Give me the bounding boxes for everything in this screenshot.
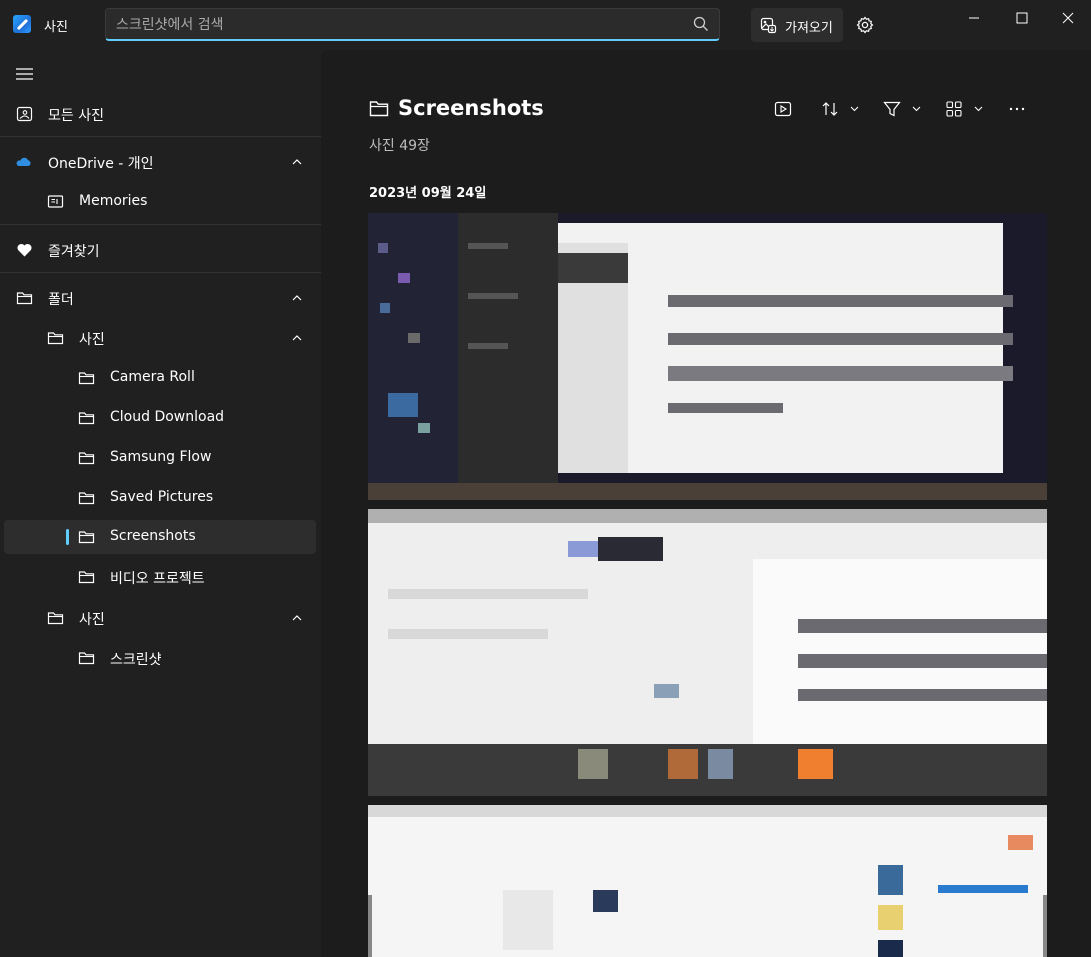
folder-icon [78,571,95,584]
photo-count: 사진 49장 [369,138,430,154]
onedrive-cloud-icon [16,157,31,166]
filter-icon[interactable] [883,100,901,118]
search-input[interactable] [116,14,676,36]
chevron-up-icon[interactable] [292,613,302,623]
sidebar-item-label: Samsung Flow [110,449,212,465]
selection-indicator [66,529,69,545]
date-group-heading: 2023년 09월 24일 [369,186,487,201]
sidebar-item-label: Screenshots [110,528,196,544]
chevron-up-icon[interactable] [292,157,302,167]
sidebar-item-label: 모든 사진 [48,108,104,124]
sidebar-item-camera-roll[interactable]: Camera Roll [4,361,316,395]
maximize-icon[interactable] [1012,8,1032,28]
search-icon[interactable] [693,16,709,32]
sidebar-item-onedrive[interactable]: OneDrive - 개인 [4,145,316,179]
sidebar-item-label: 사진 [79,332,105,348]
chevron-up-icon[interactable] [292,333,302,343]
sidebar-divider [0,224,321,225]
sidebar-item-label: OneDrive - 개인 [48,156,154,172]
minimize-icon[interactable] [964,8,984,28]
memories-icon [47,195,64,208]
sort-icon[interactable] [821,100,839,118]
photos-app-icon [13,15,31,33]
sidebar-item-all-photos[interactable]: 모든 사진 [4,97,316,131]
title-bar: 사진 가져오기 [0,0,1091,50]
sidebar: 모든 사진 OneDrive - 개인 Memories 즐겨찾기 폴더 사진 … [0,50,321,957]
sidebar-item-label: 즐겨찾기 [48,244,100,260]
folder-icon [78,372,95,385]
folder-icon [78,452,95,465]
search-box[interactable] [105,8,720,41]
folder-icon [369,101,389,117]
sidebar-item-screenshots-ko[interactable]: 스크린샷 [4,641,316,675]
app-title: 사진 [44,20,68,35]
page-title: Screenshots [398,96,544,120]
photo-thumbnail[interactable] [368,213,1047,500]
hamburger-menu-icon[interactable] [16,67,33,81]
sidebar-item-label: Cloud Download [110,409,225,425]
sidebar-divider [0,272,321,273]
sidebar-item-pictures-2[interactable]: 사진 [4,601,316,635]
sidebar-item-video-projects[interactable]: 비디오 프로젝트 [4,560,316,594]
folder-icon [78,531,95,544]
sidebar-item-favorites[interactable]: 즐겨찾기 [4,233,316,267]
folder-icon [47,332,64,345]
sidebar-divider [0,136,321,137]
sidebar-item-label: Camera Roll [110,369,195,385]
folder-icon [78,652,95,665]
sidebar-item-folders[interactable]: 폴더 [4,281,316,315]
chevron-down-icon[interactable] [912,105,921,112]
folder-icon [47,612,64,625]
sidebar-item-cloud-download[interactable]: Cloud Download [4,401,316,435]
sidebar-item-label: 비디오 프로젝트 [110,571,205,587]
photo-thumbnail[interactable] [368,805,1047,957]
close-icon[interactable] [1058,8,1078,28]
sidebar-item-screenshots[interactable]: Screenshots [4,520,316,554]
sidebar-item-samsung-flow[interactable]: Samsung Flow [4,441,316,475]
slideshow-icon[interactable] [774,100,792,118]
sidebar-item-label: 사진 [79,612,105,628]
heart-icon [17,243,32,257]
chevron-down-icon[interactable] [850,105,859,112]
import-label: 가져오기 [785,21,833,36]
view-layout-icon[interactable] [945,100,963,118]
import-button[interactable]: 가져오기 [751,8,843,42]
folder-icon [16,292,33,305]
import-icon [760,17,777,34]
all-photos-icon [16,106,33,122]
sidebar-item-pictures[interactable]: 사진 [4,321,316,355]
more-options-icon[interactable] [1008,100,1026,118]
sidebar-item-label: Memories [79,193,148,209]
folder-icon [78,412,95,425]
sidebar-item-memories[interactable]: Memories [4,185,316,219]
main-content: Screenshots 사진 49장 2023년 09월 24일 [321,50,1091,957]
folder-icon [78,492,95,505]
settings-gear-icon[interactable] [856,16,874,34]
photo-thumbnail[interactable] [368,509,1047,796]
sidebar-item-label: 폴더 [48,292,74,308]
chevron-up-icon[interactable] [292,293,302,303]
sidebar-item-saved-pictures[interactable]: Saved Pictures [4,481,316,515]
sidebar-item-label: Saved Pictures [110,489,214,505]
chevron-down-icon[interactable] [974,105,983,112]
sidebar-item-label: 스크린샷 [110,652,162,668]
